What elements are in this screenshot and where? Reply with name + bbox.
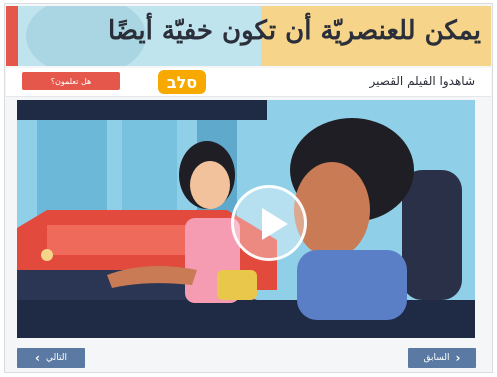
sub-header: هل تعلمون؟ סלב شاهدوا الفيلم القصير: [6, 68, 491, 97]
previous-button[interactable]: السابق ›: [408, 348, 476, 368]
chevron-right-icon: ›: [455, 351, 461, 365]
section-label: شاهدوا الفيلم القصير: [369, 74, 475, 88]
logo: סלב: [158, 70, 206, 94]
page-title: يمكن للعنصريّة أن تكون خفيّة أيضًا: [107, 16, 481, 46]
next-button[interactable]: ‹ التالي: [17, 348, 85, 368]
header-banner: يمكن للعنصريّة أن تكون خفيّة أيضًا: [6, 6, 491, 66]
banner-accent: [6, 6, 18, 66]
video-player[interactable]: [17, 100, 475, 338]
chevron-left-icon: ‹: [35, 351, 40, 365]
did-you-know-button[interactable]: هل تعلمون؟: [22, 72, 120, 90]
play-icon[interactable]: [231, 185, 307, 261]
next-button-label: التالي: [46, 353, 67, 363]
previous-button-label: السابق: [423, 353, 450, 363]
